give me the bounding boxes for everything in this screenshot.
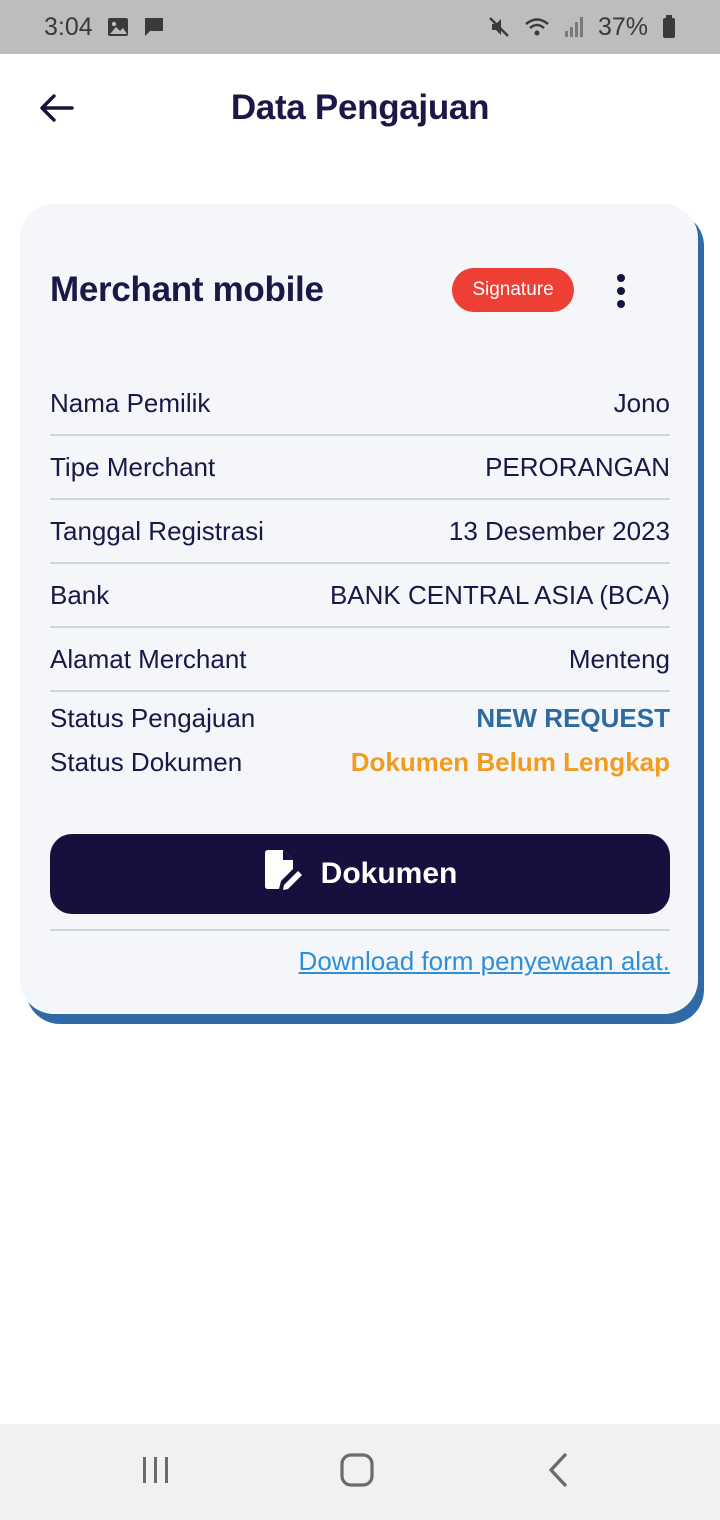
wifi-icon [524, 16, 550, 38]
system-back-button[interactable] [528, 1450, 588, 1494]
info-row-bank: Bank BANK CENTRAL ASIA (BCA) [50, 564, 670, 628]
info-value: 13 Desember 2023 [448, 515, 670, 546]
info-row-tanggal-registrasi: Tanggal Registrasi 13 Desember 2023 [50, 500, 670, 564]
home-button[interactable] [327, 1450, 387, 1494]
home-icon [339, 1452, 375, 1493]
status-block: Status Pengajuan NEW REQUEST Status Doku… [50, 696, 670, 784]
status-time: 3:04 [44, 12, 93, 41]
status-dokumen-value: Dokumen Belum Lengkap [350, 746, 670, 777]
dokumen-button[interactable]: Dokumen [50, 834, 670, 914]
info-row-alamat-merchant: Alamat Merchant Menteng [50, 628, 670, 692]
info-value: PERORANGAN [485, 451, 670, 482]
info-row-nama-pemilik: Nama Pemilik Jono [50, 372, 670, 436]
recent-apps-icon [140, 1455, 172, 1490]
info-label: Bank [50, 579, 110, 610]
info-list: Nama Pemilik Jono Tipe Merchant PERORANG… [50, 372, 670, 692]
info-label: Alamat Merchant [50, 643, 247, 674]
page-title: Data Pengajuan [230, 88, 490, 127]
info-value: Menteng [568, 643, 670, 674]
info-value: BANK CENTRAL ASIA (BCA) [329, 579, 670, 610]
merchant-card: Merchant mobile Signature Nama Pemilik J… [20, 204, 698, 1014]
system-nav-bar [0, 1424, 720, 1520]
battery-percent: 37% [597, 12, 648, 41]
dokumen-button-label: Dokumen [320, 857, 458, 890]
signal-icon [564, 16, 584, 38]
message-icon [143, 16, 165, 38]
document-edit-icon [263, 849, 303, 899]
info-label: Tanggal Registrasi [50, 515, 264, 546]
info-label: Nama Pemilik [50, 387, 211, 418]
status-label: Status Pengajuan [50, 702, 256, 733]
more-vert-icon [617, 274, 625, 282]
download-form-link[interactable]: Download form penyewaan alat. [299, 946, 670, 977]
info-label: Tipe Merchant [50, 451, 216, 482]
mute-icon [488, 16, 510, 38]
signature-badge: Signature [452, 268, 574, 312]
status-label: Status Dokumen [50, 746, 243, 777]
more-options-button[interactable] [606, 270, 636, 312]
divider [50, 929, 670, 931]
image-icon [107, 17, 129, 37]
info-row-tipe-merchant: Tipe Merchant PERORANGAN [50, 436, 670, 500]
app-header: Data Pengajuan [0, 54, 720, 166]
status-bar: 3:04 37% [0, 0, 720, 54]
info-value: Jono [613, 387, 670, 418]
status-dokumen-row: Status Dokumen Dokumen Belum Lengkap [50, 740, 670, 784]
recent-apps-button[interactable] [126, 1450, 186, 1494]
status-pengajuan-row: Status Pengajuan NEW REQUEST [50, 696, 670, 740]
battery-icon [662, 15, 676, 39]
merchant-name: Merchant mobile [50, 270, 324, 309]
chevron-left-icon [546, 1452, 570, 1493]
status-pengajuan-value: NEW REQUEST [476, 702, 670, 733]
